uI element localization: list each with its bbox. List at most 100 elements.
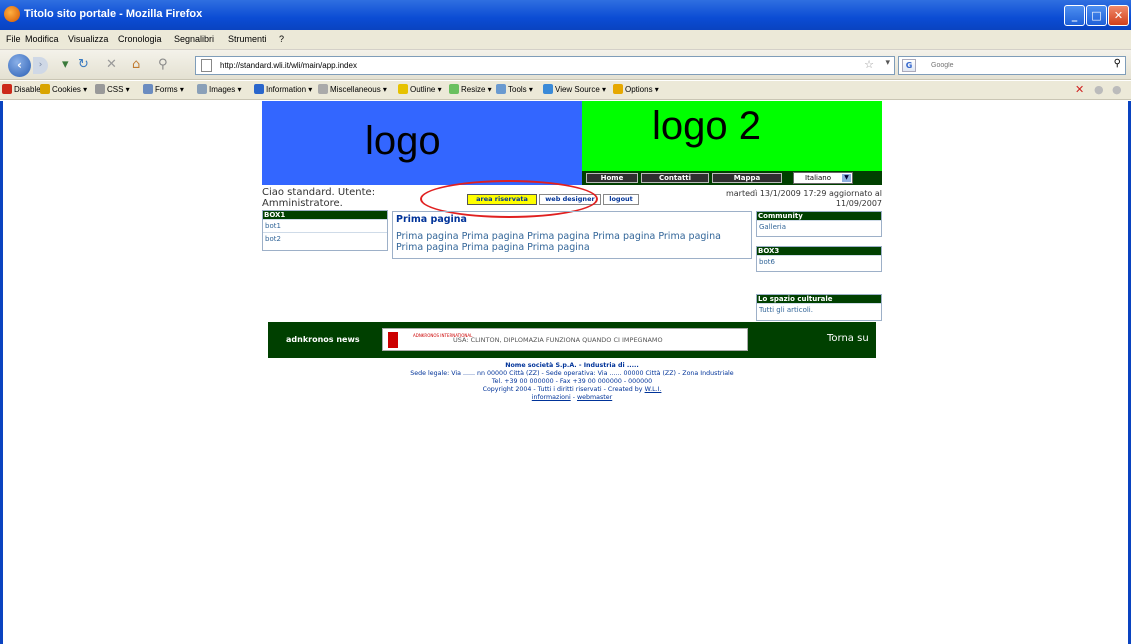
reload-icon[interactable]: ↻: [78, 58, 89, 72]
star-icon[interactable]: ☆: [864, 58, 874, 71]
box1-link-bot1[interactable]: bot1: [263, 219, 387, 232]
culture-title: Lo spazio culturale: [757, 295, 881, 303]
search-input[interactable]: [931, 59, 1101, 72]
devbar-item-miscellaneous[interactable]: Miscellaneous ▾: [318, 84, 387, 94]
menu-file[interactable]: File: [6, 34, 21, 44]
devbar-item-images[interactable]: Images ▾: [197, 84, 241, 94]
chevron-down-icon: ▾: [485, 85, 492, 94]
news-bar: adnkronos news ADNKRONOS INTERNATIONAL U…: [268, 322, 876, 358]
chevron-down-icon: ▾: [526, 85, 533, 94]
devbar-item-view-source[interactable]: View Source ▾: [543, 84, 606, 94]
css-icon: [95, 84, 105, 94]
box1: BOX1 bot1 bot2: [262, 210, 388, 251]
site-logo[interactable]: logo: [262, 101, 582, 185]
chevron-down-icon: ▾: [306, 85, 313, 94]
url-dropdown-icon[interactable]: ▾: [885, 58, 890, 68]
information-icon: [254, 84, 264, 94]
community-link-galleria[interactable]: Galleria: [757, 220, 881, 233]
community-box: Community Galleria: [756, 211, 882, 237]
footer-company: Nome società S.p.A. - Industria di .....: [505, 362, 639, 369]
google-icon[interactable]: G: [902, 59, 916, 72]
maximize-button[interactable]: □: [1086, 5, 1107, 26]
torna-su-link[interactable]: Torna su: [827, 333, 869, 344]
info-link[interactable]: informazioni: [532, 394, 571, 401]
page-footer: Nome società S.p.A. - Industria di .....…: [262, 362, 882, 402]
menu-segnalibri[interactable]: Segnalibri: [174, 34, 214, 44]
nav-contatti[interactable]: Contatti: [641, 173, 709, 183]
images-icon: [197, 84, 207, 94]
chevron-down-icon: ▾: [123, 85, 130, 94]
search-icon[interactable]: ⚲: [1114, 58, 1121, 69]
search-box[interactable]: G ⚲: [898, 56, 1126, 75]
url-bar[interactable]: ☆ ▾: [195, 56, 895, 75]
chevron-down-icon[interactable]: ▼: [842, 174, 851, 182]
firefox-icon: [4, 6, 20, 22]
nav-mappa[interactable]: Mappa: [712, 173, 782, 183]
culture-box: Lo spazio culturale Tutti gli articoli.: [756, 294, 882, 321]
history-dropdown-icon[interactable]: ▾: [62, 58, 69, 72]
disable-icon: [2, 84, 12, 94]
box1-title: BOX1: [263, 211, 387, 219]
chevron-down-icon: ▾: [80, 85, 88, 94]
home-icon[interactable]: ⌂: [132, 58, 140, 72]
status-dot-icon: ●: [1094, 83, 1104, 96]
logout-button[interactable]: logout: [603, 194, 639, 205]
box3-link-bot6[interactable]: bot6: [757, 255, 881, 268]
forms-icon: [143, 84, 153, 94]
footer-copyright: Copyright 2004 - Tutti i diritti riserva…: [482, 386, 662, 393]
wli-link[interactable]: W.L.I.: [645, 386, 662, 393]
outline-icon: [398, 84, 408, 94]
bookmark-icon[interactable]: ⚲: [158, 58, 168, 72]
url-input[interactable]: [220, 59, 860, 72]
nav-home[interactable]: Home: [586, 173, 638, 183]
back-button[interactable]: ‹: [8, 54, 31, 77]
community-title: Community: [757, 212, 881, 220]
chevron-down-icon: ▾: [380, 85, 387, 94]
menu-help[interactable]: ?: [279, 34, 284, 44]
site-logo-2[interactable]: logo 2: [582, 101, 882, 171]
devbar-item-tools[interactable]: Tools ▾: [496, 84, 533, 94]
window-titlebar: Titolo sito portale - Mozilla Firefox _ …: [0, 0, 1131, 30]
close-toolbar-icon[interactable]: ✕: [1075, 83, 1084, 96]
language-select[interactable]: Italiano ▼: [793, 172, 853, 184]
navigation-toolbar: ‹ › ▾ ↻ ✕ ⌂ ⚲ ☆ ▾ G ⚲: [0, 50, 1131, 80]
culture-link-articles[interactable]: Tutti gli articoli.: [757, 303, 881, 316]
adnkronos-logo-icon: [388, 332, 398, 348]
devbar-item-forms[interactable]: Forms ▾: [143, 84, 184, 94]
close-button[interactable]: ✕: [1108, 5, 1129, 26]
minimize-button[interactable]: _: [1064, 5, 1085, 26]
menu-cronologia[interactable]: Cronologia: [118, 34, 162, 44]
main-text: Prima pagina Prima pagina Prima pagina P…: [396, 231, 721, 253]
box3-title: BOX3: [757, 247, 881, 255]
options-icon: [613, 84, 623, 94]
web-developer-toolbar: ✕ ● ● Disable ▾Cookies ▾CSS ▾Forms ▾Imag…: [0, 81, 1131, 100]
main-content: Prima pagina Prima pagina Prima pagina P…: [392, 211, 752, 259]
menu-modifica[interactable]: Modifica: [25, 34, 59, 44]
cookies-icon: [40, 84, 50, 94]
news-headline[interactable]: USA: CLINTON, DIPLOMAZIA FUNZIONA QUANDO…: [453, 336, 663, 344]
window-title: Titolo sito portale - Mozilla Firefox: [24, 8, 203, 20]
menu-strumenti[interactable]: Strumenti: [228, 34, 267, 44]
devbar-item-options[interactable]: Options ▾: [613, 84, 659, 94]
miscellaneous-icon: [318, 84, 328, 94]
devbar-item-information[interactable]: Information ▾: [254, 84, 312, 94]
devbar-item-resize[interactable]: Resize ▾: [449, 84, 492, 94]
chevron-down-icon: ▾: [652, 85, 659, 94]
box3: BOX3 bot6: [756, 246, 882, 272]
news-ticker[interactable]: ADNKRONOS INTERNATIONAL USA: CLINTON, DI…: [382, 328, 748, 351]
footer-address: Sede legale: Via ...... nn 00000 Città (…: [410, 370, 734, 377]
chevron-down-icon: ▾: [435, 85, 442, 94]
box1-link-bot2[interactable]: bot2: [263, 232, 387, 245]
top-navigation: Home Contatti Mappa Italiano ▼: [582, 171, 882, 185]
forward-button[interactable]: ›: [33, 57, 48, 74]
devbar-item-css[interactable]: CSS ▾: [95, 84, 130, 94]
menu-visualizza[interactable]: Visualizza: [68, 34, 108, 44]
devbar-item-cookies[interactable]: Cookies ▾: [40, 84, 87, 94]
news-brand: adnkronos news: [286, 335, 360, 344]
chevron-down-icon: ▾: [235, 85, 242, 94]
webmaster-link[interactable]: webmaster: [577, 394, 612, 401]
footer-links: informazioni - webmaster: [531, 394, 613, 401]
devbar-item-outline[interactable]: Outline ▾: [398, 84, 442, 94]
main-title: Prima pagina: [396, 214, 467, 225]
stop-icon[interactable]: ✕: [106, 58, 117, 72]
